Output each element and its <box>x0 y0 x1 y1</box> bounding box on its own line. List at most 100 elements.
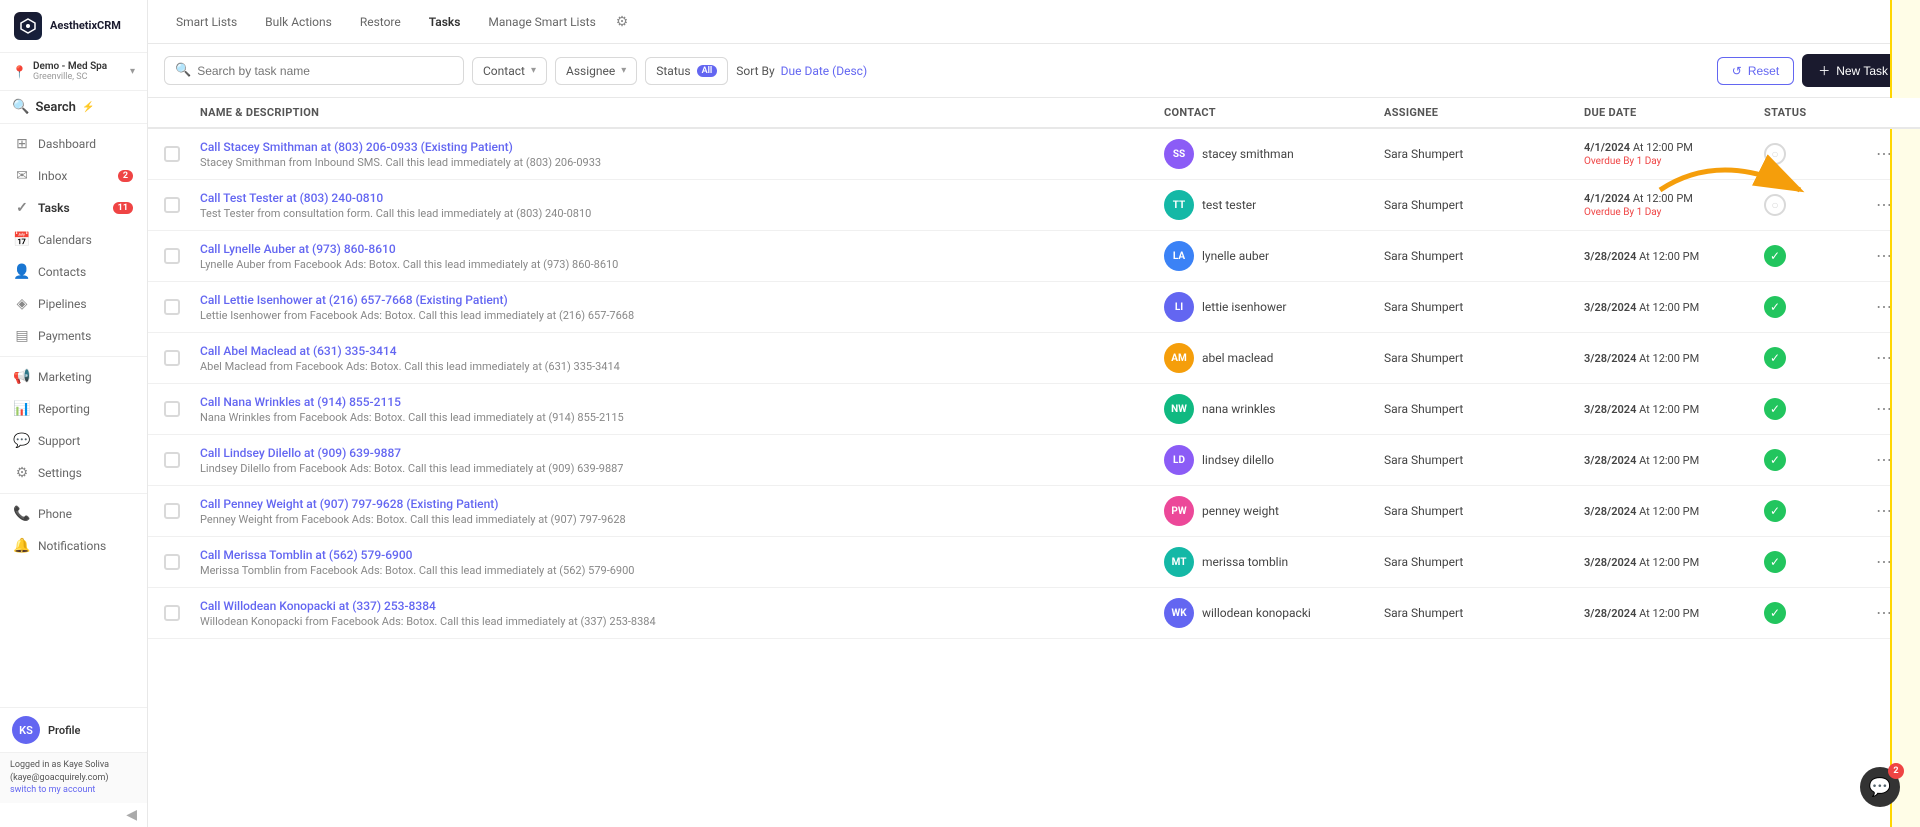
location-sub: Greenville, SC <box>33 72 107 82</box>
due-time: At 12:00 PM <box>1639 301 1699 314</box>
new-task-button[interactable]: ＋ New Task <box>1802 54 1904 87</box>
tab-restore[interactable]: Restore <box>348 9 413 35</box>
row-due-date-cell: 4/1/2024 At 12:00 PM Overdue By 1 Day <box>1584 192 1764 218</box>
task-name-link[interactable]: Call Lindsey Dilello at (909) 639-9887 <box>200 446 1164 460</box>
collapse-sidebar-btn[interactable]: ◀ <box>0 803 147 827</box>
task-search-box[interactable]: 🔍 <box>164 56 464 85</box>
sidebar: AesthetixCRM 📍 Demo - Med Spa Greenville… <box>0 0 148 827</box>
reset-button[interactable]: ↺ Reset <box>1717 57 1794 85</box>
sidebar-item-label: Pipelines <box>38 297 87 311</box>
assignee-filter[interactable]: Assignee ▾ <box>555 57 637 85</box>
row-checkbox[interactable] <box>164 605 180 621</box>
tab-smart-lists[interactable]: Smart Lists <box>164 9 249 35</box>
contact-filter-label: Contact <box>483 64 525 78</box>
chat-badge: 2 <box>1888 763 1904 779</box>
status-complete-icon[interactable]: ✓ <box>1764 602 1786 624</box>
support-icon: 💬 <box>14 433 30 449</box>
dashboard-icon: ⊞ <box>14 136 30 152</box>
logged-in-text: Logged in as Kaye Soliva (kaye@goacquire… <box>10 760 109 783</box>
status-complete-icon[interactable]: ✓ <box>1764 551 1786 573</box>
row-task-name-cell: Call Merissa Tomblin at (562) 579-6900 M… <box>200 548 1164 577</box>
search-icon: 🔍 <box>175 63 191 78</box>
table-row: Call Penney Weight at (907) 797-9628 (Ex… <box>148 486 1920 537</box>
sidebar-item-payments[interactable]: ▤ Payments <box>0 320 147 352</box>
contacts-icon: 👤 <box>14 264 30 280</box>
reporting-icon: 📊 <box>14 401 30 417</box>
search-input[interactable] <box>197 64 453 78</box>
task-name-link[interactable]: Call Nana Wrinkles at (914) 855-2115 <box>200 395 1164 409</box>
status-complete-icon[interactable]: ✓ <box>1764 296 1786 318</box>
task-name-link[interactable]: Call Lettie Isenhower at (216) 657-7668 … <box>200 293 1164 307</box>
row-checkbox[interactable] <box>164 503 180 519</box>
task-name-link[interactable]: Call Abel Maclead at (631) 335-3414 <box>200 344 1164 358</box>
due-time: At 12:00 PM <box>1639 505 1699 518</box>
location-selector[interactable]: 📍 Demo - Med Spa Greenville, SC ▾ <box>0 53 147 91</box>
assignee-filter-label: Assignee <box>566 64 615 78</box>
sidebar-search-section: 🔍 Search ⚡ <box>0 91 147 124</box>
contact-avatar: NW <box>1164 394 1194 424</box>
chat-fab[interactable]: 💬 2 <box>1860 767 1900 807</box>
contact-filter[interactable]: Contact ▾ <box>472 57 547 85</box>
row-checkbox[interactable] <box>164 248 180 264</box>
sidebar-item-dashboard[interactable]: ⊞ Dashboard <box>0 128 147 160</box>
sidebar-item-tasks[interactable]: ✓ Tasks 11 <box>0 192 147 224</box>
search-icon: 🔍 <box>12 99 29 115</box>
task-name-link[interactable]: Call Test Tester at (803) 240-0810 <box>200 191 1164 205</box>
status-complete-icon[interactable]: ✓ <box>1764 449 1786 471</box>
tab-tasks[interactable]: Tasks <box>417 9 473 35</box>
row-checkbox[interactable] <box>164 197 180 213</box>
sidebar-item-pipelines[interactable]: ◈ Pipelines <box>0 288 147 320</box>
row-status-cell: ✓ <box>1764 347 1864 369</box>
chat-icon: 💬 <box>1869 777 1891 798</box>
row-checkbox[interactable] <box>164 299 180 315</box>
status-complete-icon[interactable]: ✓ <box>1764 398 1786 420</box>
sidebar-item-support[interactable]: 💬 Support <box>0 425 147 457</box>
gear-icon[interactable]: ⚙ <box>616 14 629 30</box>
switch-account-link[interactable]: switch to my account <box>10 785 95 795</box>
sidebar-item-settings[interactable]: ⚙ Settings <box>0 457 147 489</box>
th-assignee: Assignee <box>1384 106 1584 119</box>
table-row: Call Willodean Konopacki at (337) 253-83… <box>148 588 1920 639</box>
row-checkbox[interactable] <box>164 452 180 468</box>
status-complete-icon[interactable]: ✓ <box>1764 500 1786 522</box>
status-complete-icon[interactable]: ✓ <box>1764 245 1786 267</box>
task-name-link[interactable]: Call Willodean Konopacki at (337) 253-83… <box>200 599 1164 613</box>
table-body: Call Stacey Smithman at (803) 206-0933 (… <box>148 129 1920 639</box>
sidebar-item-inbox[interactable]: ✉ Inbox 2 <box>0 160 147 192</box>
row-checkbox[interactable] <box>164 554 180 570</box>
th-status: Status <box>1764 106 1864 119</box>
sidebar-item-marketing[interactable]: 📢 Marketing <box>0 361 147 393</box>
status-complete-icon[interactable]: ✓ <box>1764 347 1786 369</box>
sidebar-item-reporting[interactable]: 📊 Reporting <box>0 393 147 425</box>
status-filter[interactable]: Status All <box>645 57 728 85</box>
table-row: Call Stacey Smithman at (803) 206-0933 (… <box>148 129 1920 180</box>
sidebar-search[interactable]: 🔍 Search ⚡ <box>12 99 135 115</box>
contact-avatar: SS <box>1164 139 1194 169</box>
tab-manage-smart-lists[interactable]: Manage Smart Lists <box>476 9 607 35</box>
tab-bulk-actions[interactable]: Bulk Actions <box>253 9 344 35</box>
task-name-link[interactable]: Call Merissa Tomblin at (562) 579-6900 <box>200 548 1164 562</box>
row-contact-cell: TT test tester <box>1164 190 1384 220</box>
user-section[interactable]: KS Profile <box>0 707 147 752</box>
status-pending-icon[interactable]: ○ <box>1764 143 1786 165</box>
task-name-link[interactable]: Call Lynelle Auber at (973) 860-8610 <box>200 242 1164 256</box>
sidebar-item-notifications[interactable]: 🔔 Notifications <box>0 530 147 562</box>
row-checkbox[interactable] <box>164 401 180 417</box>
row-assignee-cell: Sara Shumpert <box>1384 351 1584 365</box>
sidebar-item-phone[interactable]: 📞 Phone <box>0 498 147 530</box>
sidebar-item-calendars[interactable]: 📅 Calendars <box>0 224 147 256</box>
table-header: Name & Description Contact Assignee Due … <box>148 98 1920 129</box>
status-pending-icon[interactable]: ○ <box>1764 194 1786 216</box>
row-contact-cell: LI lettie isenhower <box>1164 292 1384 322</box>
task-name-link[interactable]: Call Penney Weight at (907) 797-9628 (Ex… <box>200 497 1164 511</box>
row-task-name-cell: Call Lettie Isenhower at (216) 657-7668 … <box>200 293 1164 322</box>
task-name-link[interactable]: Call Stacey Smithman at (803) 206-0933 (… <box>200 140 1164 154</box>
reset-label: Reset <box>1748 64 1779 78</box>
row-checkbox[interactable] <box>164 146 180 162</box>
row-checkbox[interactable] <box>164 350 180 366</box>
sort-value[interactable]: Due Date (Desc) <box>781 64 868 78</box>
app-logo[interactable]: AesthetixCRM <box>0 0 147 53</box>
row-checkbox-cell <box>164 554 200 570</box>
sidebar-item-contacts[interactable]: 👤 Contacts <box>0 256 147 288</box>
due-date-main: 4/1/2024 <box>1584 192 1630 205</box>
